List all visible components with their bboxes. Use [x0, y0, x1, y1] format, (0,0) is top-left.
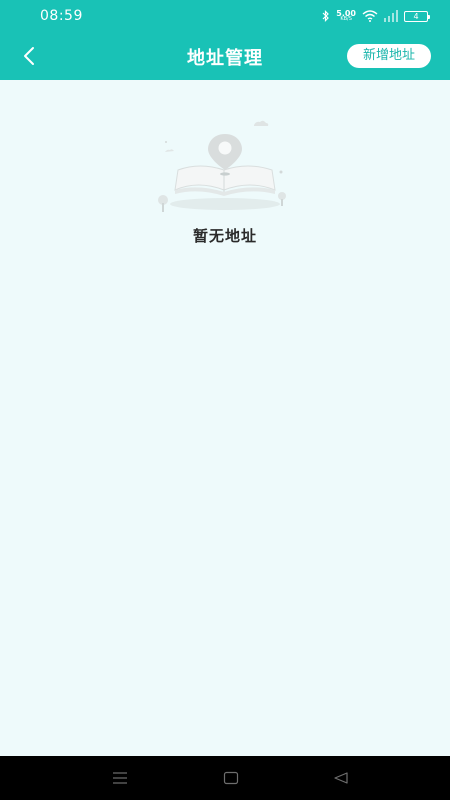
- back-icon: [334, 772, 348, 784]
- status-time: 08:59: [40, 8, 83, 24]
- battery-icon: 4: [404, 10, 430, 22]
- network-speed-unit: KB/S: [340, 16, 352, 22]
- map-location-illustration: [158, 120, 286, 212]
- status-icons: 5.00 KB/S 4: [322, 9, 430, 23]
- network-speed: 5.00 KB/S: [336, 10, 356, 22]
- menu-icon: [113, 772, 127, 784]
- empty-state: 暂无地址: [0, 112, 450, 252]
- home-icon: [223, 771, 239, 785]
- add-address-button[interactable]: 新增地址: [347, 44, 431, 68]
- status-bar: 08:59 5.00 KB/S 4: [0, 0, 450, 32]
- system-back-button[interactable]: [330, 768, 352, 788]
- header: 08:59 5.00 KB/S 4 地址管理 新增地址: [0, 0, 450, 80]
- signal-icon: [384, 10, 398, 22]
- home-button[interactable]: [220, 768, 242, 788]
- bluetooth-icon: [322, 10, 330, 22]
- app-bar: 地址管理 新增地址: [0, 32, 450, 80]
- empty-message: 暂无地址: [192, 227, 257, 245]
- wifi-icon: [362, 10, 378, 22]
- menu-button[interactable]: [109, 768, 131, 788]
- address-management-screen: 08:59 5.00 KB/S 4 地址管理 新增地址 暂无地址: [0, 0, 450, 800]
- system-nav-bar: [0, 756, 450, 800]
